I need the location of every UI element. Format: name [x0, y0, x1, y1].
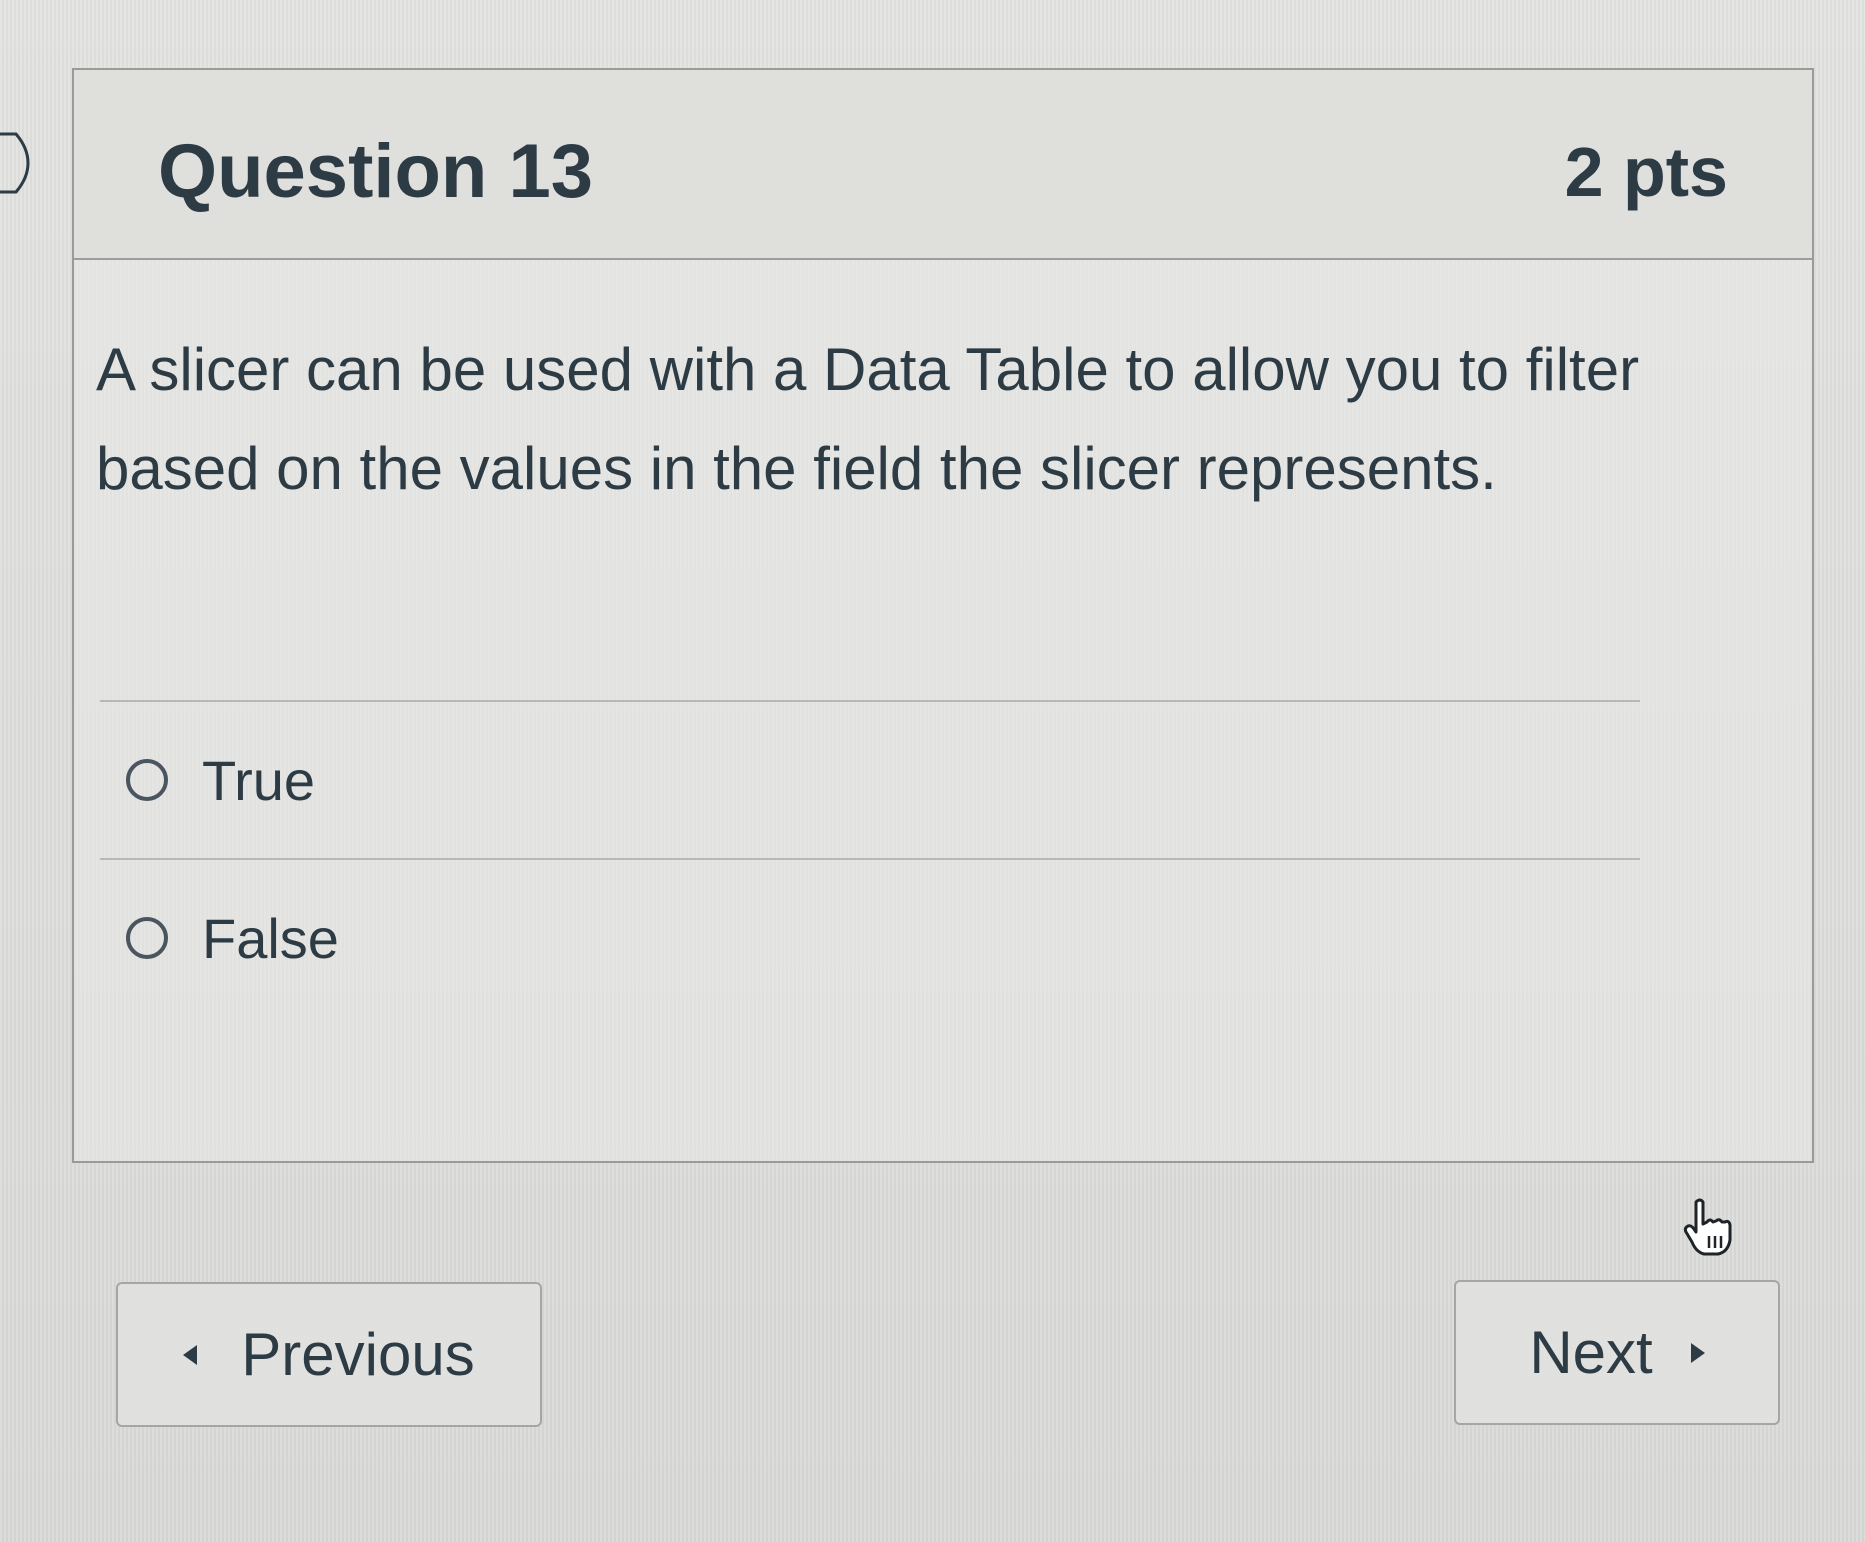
radio-button-false[interactable] [126, 917, 168, 959]
hand-pointer-icon [1683, 1198, 1732, 1256]
answer-list: True False [100, 700, 1640, 1016]
caret-right-icon [1690, 1342, 1705, 1363]
answer-option-false[interactable]: False [100, 860, 1640, 1016]
answer-option-true[interactable]: True [100, 702, 1640, 858]
quiz-screen: Question 13 2 pts A slicer can be used w… [0, 0, 1865, 1542]
question-header: Question 13 2 pts [74, 70, 1812, 260]
question-title: Question 13 [158, 129, 593, 214]
previous-button[interactable]: Previous [116, 1282, 542, 1427]
chevron-right-icon[interactable] [0, 128, 34, 198]
answer-label: True [202, 748, 316, 812]
question-points: 2 pts [1564, 133, 1728, 211]
question-text: A slicer can be used with a Data Table t… [96, 336, 1640, 502]
previous-label: Previous [241, 1321, 475, 1388]
next-label: Next [1529, 1319, 1653, 1386]
radio-button-true[interactable] [126, 759, 168, 801]
answer-label: False [202, 906, 339, 970]
next-button[interactable]: Next [1454, 1280, 1780, 1425]
caret-left-icon [183, 1344, 198, 1365]
